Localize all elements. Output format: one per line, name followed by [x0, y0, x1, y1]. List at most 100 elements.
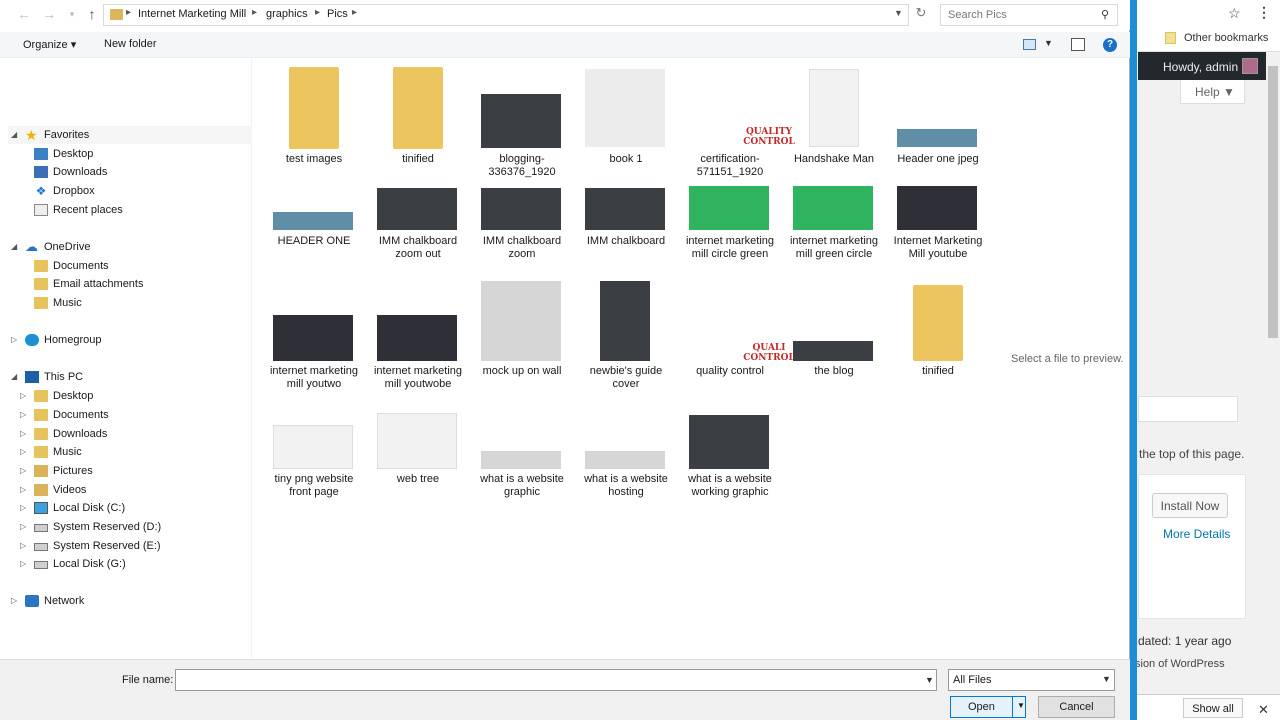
zip-folder-icon	[913, 285, 963, 361]
file-item[interactable]: Handshake Man	[783, 67, 885, 177]
organize-button[interactable]: Organize ▾	[23, 38, 76, 51]
file-item[interactable]: book 1	[575, 67, 677, 177]
image-thumbnail	[273, 212, 353, 230]
file-item[interactable]: Header one jpeg	[887, 67, 989, 177]
expand-icon[interactable]: ▷	[20, 503, 26, 512]
file-item[interactable]: tinified	[367, 67, 469, 177]
search-input[interactable]: Search Pics ⚲	[940, 4, 1118, 26]
folder-icon	[393, 67, 443, 149]
file-list: test images tinified blogging-336376_192…	[253, 59, 998, 659]
folder-icon	[1165, 32, 1176, 44]
file-item[interactable]: internet marketing mill youtwo	[263, 281, 365, 403]
file-type-select[interactable]: All Files ▼	[948, 669, 1115, 691]
dialog-border	[1130, 0, 1137, 720]
page-scrollbar[interactable]	[1266, 52, 1280, 694]
file-item[interactable]: web tree	[367, 411, 469, 501]
browser-menu-icon[interactable]: ⋮	[1257, 4, 1271, 21]
chevron-down-icon[interactable]: ▼	[894, 8, 903, 18]
chevron-down-icon[interactable]: ▼	[925, 675, 934, 685]
expand-icon[interactable]: ◢	[11, 130, 17, 139]
file-item[interactable]: internet marketing mill youtwobe	[367, 281, 469, 403]
chevron-down-icon[interactable]: ▼	[1102, 674, 1111, 684]
avatar[interactable]	[1242, 58, 1258, 74]
file-item[interactable]: the blog	[783, 281, 885, 403]
open-dropdown[interactable]: ▼	[1012, 697, 1026, 717]
file-item[interactable]: mock up on wall	[471, 281, 573, 403]
search-icon[interactable]: ⚲	[1101, 8, 1109, 21]
new-folder-button[interactable]: New folder	[104, 38, 157, 50]
search-placeholder: Search Pics	[948, 9, 1007, 21]
expand-icon[interactable]: ▷	[20, 391, 26, 400]
preview-pane-text: Select a file to preview.	[1011, 353, 1124, 365]
file-item[interactable]: internet marketing mill green circle	[783, 184, 885, 274]
file-name-input[interactable]: ▼	[175, 669, 937, 691]
homegroup-icon	[25, 334, 39, 346]
file-item[interactable]: test images	[263, 67, 365, 177]
chevron-right-icon[interactable]: ▸	[252, 7, 257, 18]
expand-icon[interactable]: ▷	[20, 410, 26, 419]
other-bookmarks[interactable]: Other bookmarks	[1184, 32, 1268, 44]
expand-icon[interactable]: ▷	[20, 447, 26, 456]
expand-icon[interactable]: ◢	[11, 242, 17, 251]
refresh-icon[interactable]: ↻	[911, 5, 931, 25]
image-thumbnail	[585, 69, 665, 147]
breadcrumb[interactable]: Internet Marketing Mill	[138, 8, 246, 20]
file-item[interactable]: IMM chalkboard zoom	[471, 184, 573, 274]
help-icon[interactable]: ?	[1103, 38, 1117, 52]
music-folder-icon	[34, 446, 48, 458]
file-item[interactable]: what is a website working graphic	[679, 411, 781, 501]
folder-icon	[34, 278, 48, 290]
expand-icon[interactable]: ▷	[20, 559, 26, 568]
file-item[interactable]: what is a website graphic	[471, 411, 573, 501]
file-item[interactable]: tiny png website front page	[263, 411, 365, 501]
chevron-right-icon[interactable]: ▸	[126, 7, 131, 18]
chevron-right-icon[interactable]: ▸	[315, 7, 320, 18]
wp-search-field[interactable]	[1138, 396, 1238, 422]
file-item[interactable]: internet marketing mill circle green	[679, 184, 781, 274]
preview-pane-icon[interactable]	[1071, 38, 1085, 51]
breadcrumb[interactable]: Pics	[327, 8, 348, 20]
file-item[interactable]: blogging-336376_1920	[471, 67, 573, 178]
file-item[interactable]: what is a website hosting	[575, 411, 677, 501]
more-details-link[interactable]: More Details	[1163, 527, 1230, 541]
image-thumbnail: QUALI CONTROL	[689, 341, 795, 363]
install-now-button[interactable]: Install Now	[1152, 493, 1228, 518]
expand-icon[interactable]: ▷	[11, 596, 17, 605]
expand-icon[interactable]: ▷	[11, 335, 17, 344]
view-icon[interactable]	[1023, 39, 1036, 50]
cancel-button[interactable]: Cancel	[1038, 696, 1115, 718]
file-item[interactable]: IMM chalkboard	[575, 184, 677, 274]
expand-icon[interactable]: ◢	[11, 372, 17, 381]
bookmark-star-icon[interactable]: ☆	[1228, 5, 1241, 22]
chevron-right-icon[interactable]: ▸	[352, 7, 357, 18]
show-all-button[interactable]: Show all	[1183, 698, 1243, 718]
expand-icon[interactable]: ▷	[20, 485, 26, 494]
file-item[interactable]: IMM chalkboard zoom out	[367, 184, 469, 274]
file-item[interactable]: Internet Marketing Mill youtube	[887, 184, 989, 274]
breadcrumb[interactable]: graphics	[266, 8, 308, 20]
expand-icon[interactable]: ▷	[20, 429, 26, 438]
address-bar[interactable]: ▸ Internet Marketing Mill ▸ graphics ▸ P…	[103, 4, 909, 26]
up-icon[interactable]: ↑	[82, 5, 102, 25]
expand-icon[interactable]: ▷	[20, 466, 26, 475]
image-thumbnail	[897, 186, 977, 230]
file-item[interactable]: QUALITY CONTROL certification-571151_192…	[679, 67, 795, 178]
image-thumbnail	[689, 186, 769, 230]
back-icon[interactable]: ←	[14, 5, 34, 25]
folder-icon	[289, 67, 339, 149]
pictures-folder-icon	[34, 465, 48, 477]
expand-icon[interactable]: ▷	[20, 541, 26, 550]
file-item[interactable]: QUALI CONTROL quality control	[679, 281, 795, 403]
file-item[interactable]: newbie's guide cover	[575, 281, 677, 403]
recent-locations-icon[interactable]: ▾	[62, 5, 82, 25]
howdy-admin[interactable]: Howdy, admin	[1163, 60, 1238, 74]
chevron-down-icon[interactable]: ▼	[1044, 38, 1053, 48]
file-item[interactable]: tinified	[887, 281, 989, 403]
navigation-pane: ◢ ★ Favorites Desktop Downloads ❖ Dropbo…	[0, 59, 252, 659]
file-item[interactable]: HEADER ONE	[263, 184, 365, 274]
forward-icon[interactable]: →	[39, 5, 59, 25]
help-tab[interactable]: Help ▼	[1180, 80, 1245, 104]
close-icon[interactable]: ✕	[1258, 702, 1269, 718]
open-button[interactable]: Open ▼	[950, 696, 1026, 718]
expand-icon[interactable]: ▷	[20, 522, 26, 531]
